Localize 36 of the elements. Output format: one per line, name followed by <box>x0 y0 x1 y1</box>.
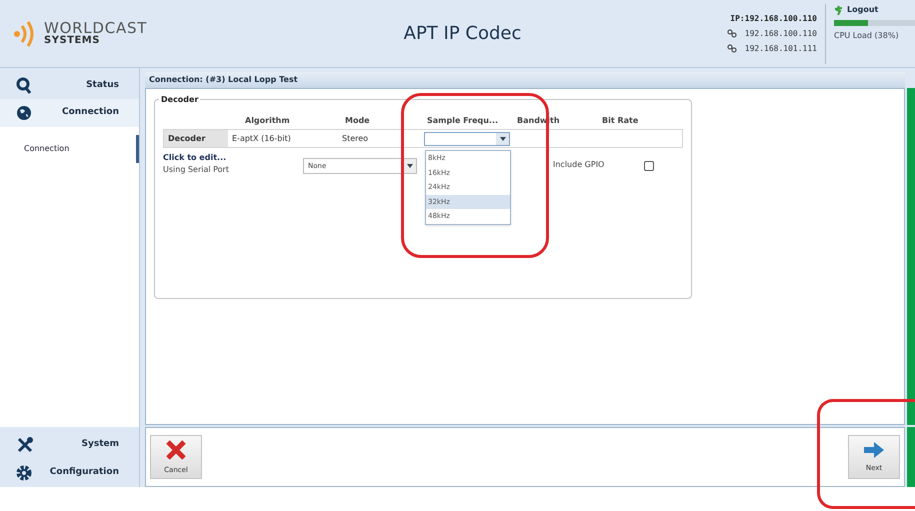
column-header: Sample Frequ... <box>427 115 500 127</box>
serial-port-label: Using Serial Port <box>163 164 230 176</box>
column-header: Algorithm <box>245 115 291 127</box>
column-header: Mode <box>345 115 371 127</box>
sample-frequency-dropdown[interactable] <box>424 132 510 146</box>
nav-item[interactable]: Status <box>0 72 139 100</box>
close-icon <box>165 438 187 461</box>
caret-icon <box>500 136 506 140</box>
status-stripe <box>907 427 915 487</box>
brand-name: WORLDCAST <box>44 21 148 36</box>
panel-title: Connection: (#3) Local Lopp Test <box>149 74 298 86</box>
caret-icon <box>407 164 413 168</box>
arrow-icon <box>863 440 885 459</box>
tools-icon <box>16 436 34 454</box>
edit-link[interactable]: Click to edit... <box>163 152 303 164</box>
mode-value: Stereo <box>342 132 370 144</box>
globe-icon <box>16 105 32 122</box>
algorithm-value: E-aptX (16-bit) <box>231 132 292 144</box>
gear-icon <box>16 465 32 482</box>
logout-link[interactable]: Logout <box>834 4 915 16</box>
ip-address: IP:192.168.100.110 <box>730 12 817 24</box>
address-text: 192.168.101.111 <box>744 42 817 54</box>
nav-item[interactable]: System <box>0 431 139 460</box>
search-icon <box>16 76 32 95</box>
nav-item[interactable]: Connection <box>0 99 139 127</box>
cpu-load-text: CPU Load (38%) <box>834 30 900 42</box>
column-header: Bit Rate <box>602 115 640 127</box>
network-icon <box>726 29 737 38</box>
row-label: Decoder <box>164 130 228 147</box>
network-icon <box>726 44 737 53</box>
address-text: 192.168.100.110 <box>744 28 817 40</box>
gpio-label: Include GPIO <box>553 159 604 171</box>
brand-subtitle: SYSTEMS <box>44 36 101 46</box>
gpio-checkbox[interactable] <box>644 161 654 171</box>
app-title: APT IP Codec <box>404 22 522 46</box>
nav-item[interactable]: Configuration <box>0 459 139 488</box>
